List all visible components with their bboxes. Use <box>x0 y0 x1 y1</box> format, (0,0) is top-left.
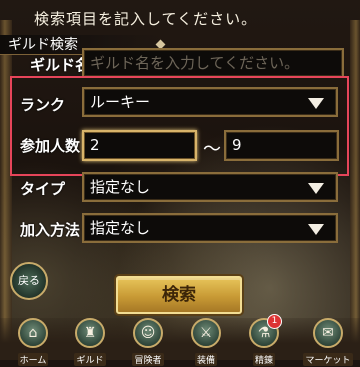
nav-home[interactable]: ⌂ ホーム <box>13 318 53 366</box>
join-method-label: 加入方法 <box>20 221 81 239</box>
instruction-text: 検索項目を記入してください。 <box>34 10 258 28</box>
equipment-icon: ⚔ <box>191 318 221 348</box>
nav-adventurer[interactable]: ☺ 冒険者 <box>128 318 168 366</box>
type-select-value: 指定なし <box>90 178 151 196</box>
adventurer-icon: ☺ <box>133 318 163 348</box>
nav-guild[interactable]: ♜ ギルド <box>70 318 110 366</box>
right-frame-ornament <box>350 20 360 360</box>
dropdown-arrow-icon <box>308 183 324 194</box>
guild-search-tab-label: ギルド検索 <box>8 37 78 53</box>
guild-name-label: ギルド名 <box>30 56 91 74</box>
join-method-select-value: 指定なし <box>90 219 151 237</box>
nav-equipment[interactable]: ⚔ 装備 <box>186 318 226 366</box>
type-label: タイプ <box>20 180 66 198</box>
join-method-select[interactable]: 指定なし <box>82 213 338 243</box>
left-frame-ornament <box>0 20 12 360</box>
guild-name-input[interactable]: ギルド名を入力してください。 <box>82 48 344 78</box>
rank-select-value: ルーキー <box>90 93 151 111</box>
search-button[interactable]: 検索 <box>116 276 242 314</box>
members-max-input[interactable]: 9 <box>224 130 339 161</box>
home-icon: ⌂ <box>18 318 48 348</box>
members-min-input[interactable]: 2 <box>82 130 197 161</box>
dropdown-arrow-icon <box>308 224 324 235</box>
rank-label: ランク <box>20 96 66 114</box>
guild-icon: ♜ <box>75 318 105 348</box>
nav-market[interactable]: ✉ マーケット <box>302 318 354 366</box>
notification-badge: 1 <box>267 314 282 329</box>
nav-refine[interactable]: ⚗ 1 精錬 <box>244 314 284 366</box>
back-button[interactable]: 戻る <box>10 262 48 300</box>
type-select[interactable]: 指定なし <box>82 172 338 202</box>
market-icon: ✉ <box>313 318 343 348</box>
members-label: 参加人数 <box>20 137 81 155</box>
rank-select[interactable]: ルーキー <box>82 87 338 117</box>
range-separator: 〜 <box>203 139 221 160</box>
dropdown-arrow-icon <box>308 98 324 109</box>
